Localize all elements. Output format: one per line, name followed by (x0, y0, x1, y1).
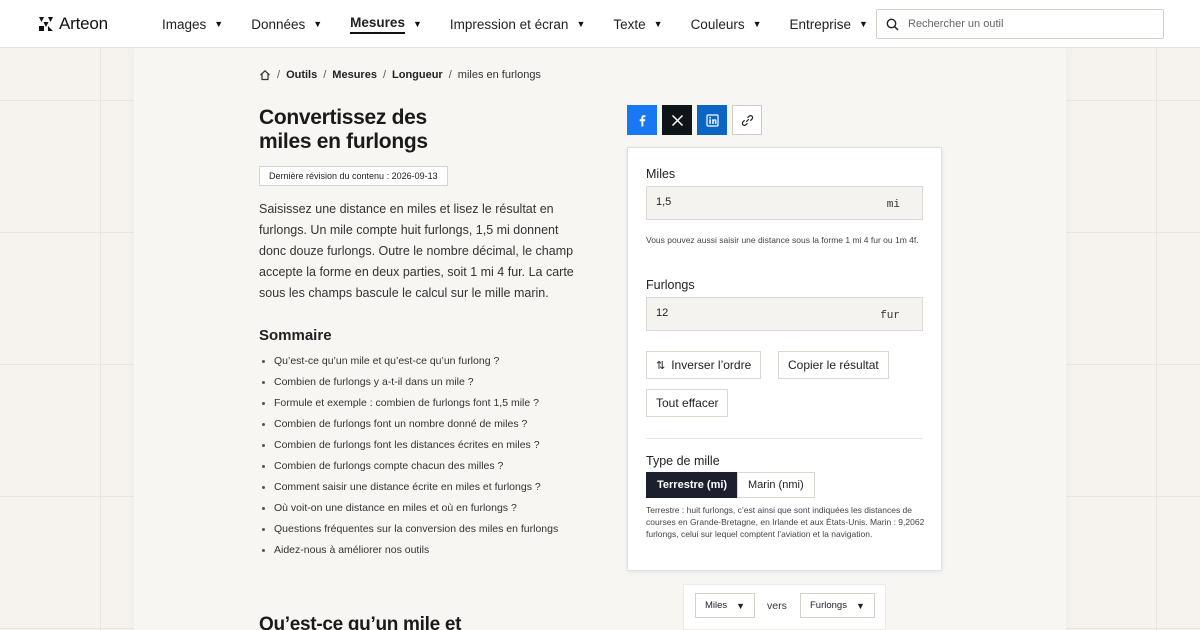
nav-label: Images (162, 16, 207, 32)
breadcrumb-separator: / (382, 69, 386, 81)
toc-link[interactable]: Combien de furlongs compte chacun des mi… (274, 458, 558, 479)
breadcrumb-separator: / (277, 69, 281, 81)
toc-link[interactable]: Combien de furlongs y a-t-il dans un mil… (274, 374, 558, 395)
from-unit-select[interactable]: Miles ▼ (695, 593, 756, 618)
top-navigation-bar: Arteon Images ▼ Données ▼ Mesures ▼ Impr… (0, 0, 1200, 48)
nav-item-couleurs[interactable]: Couleurs ▼ (691, 0, 762, 48)
share-buttons (627, 105, 762, 135)
toc-link[interactable]: Combien de furlongs font un nombre donné… (274, 416, 558, 437)
chevron-down-icon: ▼ (752, 19, 762, 29)
nav-label: Entreprise (789, 16, 852, 32)
toc-link[interactable]: Aidez-nous à améliorer nos outils (274, 542, 558, 563)
share-linkedin-button[interactable] (697, 105, 727, 135)
x-icon (671, 114, 683, 126)
breadcrumb-current: miles en furlongs (457, 69, 541, 81)
chevron-down-icon: ▼ (214, 19, 224, 29)
toc-heading: Sommaire (259, 327, 332, 344)
page-title-line: Convertissez des (259, 106, 427, 129)
toc-link[interactable]: Questions fréquentes sur la conversion d… (274, 521, 558, 542)
mile-type-note: Terrestre : huit furlongs, c’est ainsi q… (646, 505, 925, 539)
nav-label: Couleurs (690, 16, 745, 32)
furlongs-unit: fur (880, 310, 900, 322)
furlongs-input[interactable] (656, 307, 856, 319)
chevron-down-icon: ▼ (576, 19, 586, 29)
nav-item-entreprise[interactable]: Entreprise ▼ (790, 0, 868, 48)
miles-field[interactable]: mi (646, 186, 923, 220)
toc-link[interactable]: Comment saisir une distance écrite en mi… (274, 479, 558, 500)
chevron-down-icon: ▼ (736, 600, 746, 611)
nav-item-mesures[interactable]: Mesures ▼ (350, 0, 422, 48)
page-title: Convertissez des miles en furlongs (259, 106, 519, 154)
from-unit-value: Miles (705, 600, 728, 611)
toc-link[interactable]: Qu’est-ce qu’un mile et qu’est-ce qu’un … (274, 353, 558, 374)
swap-label: Inverser l’ordre (671, 358, 752, 372)
content-panel: / Outils / Mesures / Longueur / miles en… (134, 48, 1066, 630)
nav-label: Données (251, 16, 306, 32)
toc-link[interactable]: Où voit-on une distance en miles et où e… (274, 500, 558, 521)
card-divider (646, 438, 923, 439)
swap-arrows-icon: ⇅ (656, 359, 666, 372)
page-title-line: miles en furlongs (259, 130, 428, 153)
section-heading: Qu’est-ce qu’un mile et (259, 614, 462, 630)
nav-item-impression[interactable]: Impression et écran ▼ (450, 0, 585, 48)
to-unit-value: Furlongs (810, 600, 847, 611)
copy-link-button[interactable] (732, 105, 762, 135)
arteon-logo-icon (39, 17, 53, 31)
to-unit-select[interactable]: Furlongs ▼ (800, 593, 875, 618)
clear-all-label: Tout effacer (656, 396, 719, 410)
miles-input[interactable] (656, 196, 856, 208)
brand-name: Arteon (59, 14, 108, 33)
mile-type-nautical[interactable]: Marin (nmi) (737, 472, 815, 498)
nav-item-texte[interactable]: Texte ▼ (613, 0, 662, 48)
breadcrumb-longueur[interactable]: Longueur (392, 69, 443, 81)
revision-badge: Dernière révision du contenu : 2026-09-1… (259, 166, 448, 186)
unit-connector: vers (767, 600, 787, 612)
mile-type-terrestrial[interactable]: Terrestre (mi) (646, 472, 739, 498)
linkedin-icon (705, 113, 719, 127)
nav-label: Mesures (350, 15, 405, 34)
share-facebook-button[interactable] (627, 105, 657, 135)
table-of-contents: Qu’est-ce qu’un mile et qu’est-ce qu’un … (274, 353, 558, 563)
nav-item-donnees[interactable]: Données ▼ (251, 0, 322, 48)
nav-item-images[interactable]: Images ▼ (162, 0, 223, 48)
unit-pair-selector: Miles ▼ vers Furlongs ▼ (683, 584, 886, 630)
miles-label: Miles (646, 167, 676, 181)
clear-all-button[interactable]: Tout effacer (646, 389, 729, 417)
breadcrumb-outils[interactable]: Outils (286, 69, 317, 81)
breadcrumb-separator: / (448, 69, 452, 81)
chevron-down-icon: ▼ (855, 600, 865, 611)
copy-result-button[interactable]: Copier le résultat (778, 351, 889, 379)
input-hint: Vous pouvez aussi saisir une distance so… (646, 235, 919, 245)
search-input[interactable] (908, 18, 1148, 30)
furlongs-field[interactable]: fur (646, 297, 923, 331)
mile-type-label: Type de mille (646, 454, 720, 468)
share-x-button[interactable] (662, 105, 692, 135)
chevron-down-icon: ▼ (653, 19, 663, 29)
chevron-down-icon: ▼ (412, 19, 422, 29)
facebook-icon (639, 114, 645, 126)
breadcrumb-separator: / (323, 69, 327, 81)
nav-label: Texte (613, 16, 646, 32)
chevron-down-icon: ▼ (313, 19, 323, 29)
home-icon[interactable] (259, 69, 271, 81)
toc-link[interactable]: Formule et exemple : combien de furlongs… (274, 395, 558, 416)
chevron-down-icon: ▼ (859, 19, 868, 29)
intro-paragraph: Saisissez une distance en miles et lisez… (259, 202, 574, 300)
brand-logo[interactable]: Arteon (38, 14, 108, 34)
breadcrumb: / Outils / Mesures / Longueur / miles en… (259, 69, 541, 81)
nav-label: Impression et écran (449, 16, 569, 32)
search-icon (886, 18, 899, 31)
search-box[interactable] (876, 9, 1164, 39)
copy-result-label: Copier le résultat (788, 358, 879, 372)
miles-unit: mi (886, 199, 900, 211)
breadcrumb-mesures[interactable]: Mesures (332, 69, 377, 81)
link-icon (741, 114, 753, 126)
converter-card: Miles mi Vous pouvez aussi saisir une di… (627, 147, 942, 571)
main-nav: Images ▼ Données ▼ Mesures ▼ Impression … (162, 0, 896, 48)
furlongs-label: Furlongs (646, 278, 695, 292)
toc-link[interactable]: Combien de furlongs font les distances é… (274, 437, 558, 458)
swap-button[interactable]: ⇅ Inverser l’ordre (646, 351, 762, 379)
